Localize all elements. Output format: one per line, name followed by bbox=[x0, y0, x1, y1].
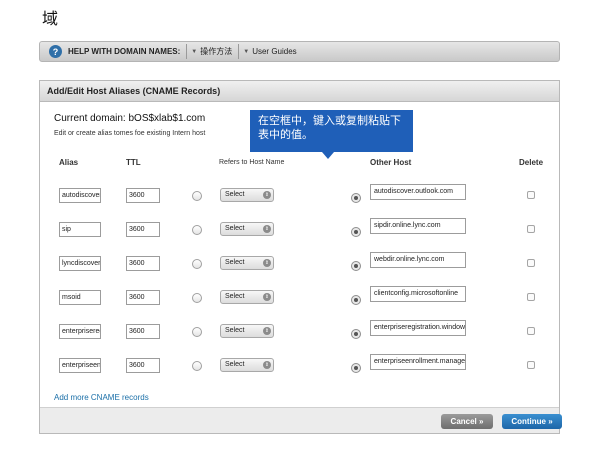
alias-input[interactable]: sip bbox=[59, 222, 101, 237]
other-host-radio[interactable] bbox=[351, 295, 361, 305]
refers-radio[interactable] bbox=[192, 225, 202, 235]
select-value: Select bbox=[225, 327, 245, 334]
chevron-down-icon: ▼ bbox=[243, 48, 250, 55]
refers-radio[interactable] bbox=[192, 361, 202, 371]
select-value: Select bbox=[225, 225, 245, 232]
panel-subtitle: Edit or create alias tomes foe existing … bbox=[54, 130, 206, 137]
header-ttl: TTL bbox=[126, 158, 141, 167]
delete-checkbox[interactable] bbox=[527, 293, 535, 301]
select-arrow-icon: ⇕ bbox=[263, 191, 271, 199]
help-link-how-to[interactable]: 操作方法 bbox=[200, 46, 232, 57]
delete-checkbox[interactable] bbox=[527, 225, 535, 233]
ttl-input[interactable]: 3600 bbox=[126, 358, 160, 373]
header-alias: Alias bbox=[59, 158, 79, 167]
cname-panel: Add/Edit Host Aliases (CNAME Records) Cu… bbox=[39, 80, 562, 434]
refers-radio[interactable] bbox=[192, 327, 202, 337]
instruction-tooltip: 在空框中，键入或复制粘贴下表中的值。 bbox=[250, 110, 413, 159]
host-select[interactable]: Select ⇕ bbox=[220, 290, 274, 304]
alias-input[interactable]: enterpriseregistration bbox=[59, 324, 101, 339]
select-arrow-icon: ⇕ bbox=[263, 361, 271, 369]
help-label: HELP WITH DOMAIN NAMES: bbox=[68, 47, 181, 56]
help-icon: ? bbox=[49, 45, 62, 58]
select-value: Select bbox=[225, 361, 245, 368]
divider bbox=[238, 44, 240, 59]
cancel-button[interactable]: Cancel » bbox=[441, 414, 493, 429]
select-value: Select bbox=[225, 293, 245, 300]
other-host-radio[interactable] bbox=[351, 363, 361, 373]
alias-input[interactable]: autodiscover bbox=[59, 188, 101, 203]
add-more-cname-link[interactable]: Add more CNAME records bbox=[54, 393, 149, 402]
other-host-input[interactable]: enterpriseenrollment.manage bbox=[370, 354, 466, 370]
table-row: autodiscover 3600 Select ⇕ autodiscover.o… bbox=[40, 184, 559, 208]
host-select[interactable]: Select ⇕ bbox=[220, 188, 274, 202]
current-domain: Current domain: bOS$xlab$1.com bbox=[54, 113, 206, 124]
refers-radio[interactable] bbox=[192, 259, 202, 269]
delete-checkbox[interactable] bbox=[527, 259, 535, 267]
ttl-input[interactable]: 3600 bbox=[126, 290, 160, 305]
other-host-radio[interactable] bbox=[351, 227, 361, 237]
other-host-input[interactable]: webdir.online.lync.com bbox=[370, 252, 466, 268]
select-arrow-icon: ⇕ bbox=[263, 327, 271, 335]
other-host-input[interactable]: autodiscover.outlook.com bbox=[370, 184, 466, 200]
select-arrow-icon: ⇕ bbox=[263, 225, 271, 233]
table-row: msoid 3600 Select ⇕ clientconfig.microsof… bbox=[40, 286, 559, 310]
select-arrow-icon: ⇕ bbox=[263, 259, 271, 267]
header-delete: Delete bbox=[519, 158, 544, 167]
select-value: Select bbox=[225, 191, 245, 198]
chevron-down-icon: ▼ bbox=[191, 48, 198, 55]
refers-radio[interactable] bbox=[192, 293, 202, 303]
delete-checkbox[interactable] bbox=[527, 191, 535, 199]
ttl-input[interactable]: 3600 bbox=[126, 188, 160, 203]
refers-radio[interactable] bbox=[192, 191, 202, 201]
delete-checkbox[interactable] bbox=[527, 361, 535, 369]
other-host-input[interactable]: clientconfig.microsoftonline bbox=[370, 286, 466, 302]
other-host-radio[interactable] bbox=[351, 193, 361, 203]
table-row: enterpriseenrollment 3600 Select ⇕ enterp… bbox=[40, 354, 559, 378]
delete-checkbox[interactable] bbox=[527, 327, 535, 335]
ttl-input[interactable]: 3600 bbox=[126, 324, 160, 339]
other-host-input[interactable]: enterpriseregistration.windows bbox=[370, 320, 466, 336]
alias-input[interactable]: enterpriseenrollment bbox=[59, 358, 101, 373]
alias-input[interactable]: lyncdiscover bbox=[59, 256, 101, 271]
host-select[interactable]: Select ⇕ bbox=[220, 358, 274, 372]
other-host-input[interactable]: sipdir.online.lync.com bbox=[370, 218, 466, 234]
select-value: Select bbox=[225, 259, 245, 266]
select-arrow-icon: ⇕ bbox=[263, 293, 271, 301]
host-select[interactable]: Select ⇕ bbox=[220, 256, 274, 270]
continue-button[interactable]: Continue » bbox=[502, 414, 562, 429]
table-row: sip 3600 Select ⇕ sipdir.online.lync.com bbox=[40, 218, 559, 242]
ttl-input[interactable]: 3600 bbox=[126, 256, 160, 271]
help-link-user-guides[interactable]: User Guides bbox=[252, 47, 296, 56]
page-title: 域 bbox=[42, 9, 59, 28]
other-host-radio[interactable] bbox=[351, 329, 361, 339]
panel-footer: Cancel » Continue » bbox=[40, 407, 562, 433]
ttl-input[interactable]: 3600 bbox=[126, 222, 160, 237]
host-select[interactable]: Select ⇕ bbox=[220, 324, 274, 338]
header-refers-to-host: Refers to Host Name bbox=[219, 159, 285, 166]
alias-input[interactable]: msoid bbox=[59, 290, 101, 305]
divider bbox=[186, 44, 188, 59]
header-other-host: Other Host bbox=[370, 158, 412, 167]
help-bar: ? HELP WITH DOMAIN NAMES: ▼ 操作方法 ▼ User … bbox=[39, 41, 560, 62]
panel-title: Add/Edit Host Aliases (CNAME Records) bbox=[40, 81, 559, 102]
host-select[interactable]: Select ⇕ bbox=[220, 222, 274, 236]
table-row: enterpriseregistration 3600 Select ⇕ ente… bbox=[40, 320, 559, 344]
other-host-radio[interactable] bbox=[351, 261, 361, 271]
table-row: lyncdiscover 3600 Select ⇕ webdir.online.… bbox=[40, 252, 559, 276]
